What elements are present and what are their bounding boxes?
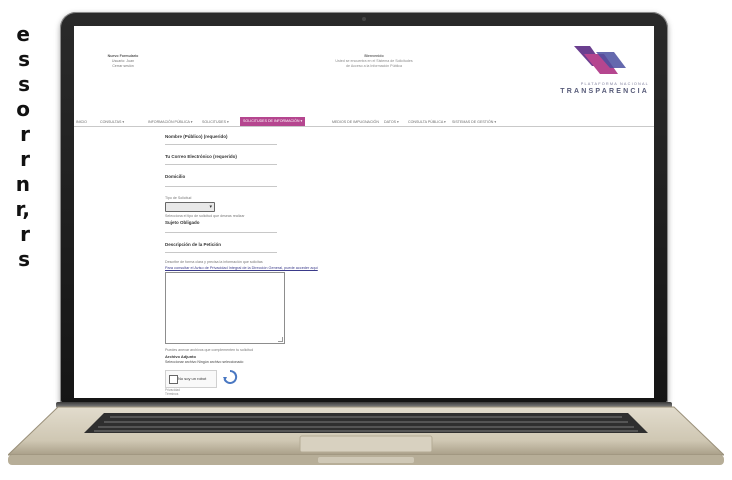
tipo-solicitud-label: Tipo de Solicitud xyxy=(165,196,192,200)
captcha-label: No soy un robot xyxy=(178,376,207,381)
nav-item-medios-impugnacion[interactable]: MEDIOS DE IMPUGNACIÓN xyxy=(332,118,379,126)
descripcion-label: Descripción de la Petición xyxy=(165,242,222,247)
site-logo[interactable]: PLATAFORMA NACIONAL TRANSPARENCIA xyxy=(554,44,649,98)
side-text-line: r xyxy=(20,122,30,146)
descripcion-textarea[interactable] xyxy=(165,272,285,344)
keyboard-deck-icon xyxy=(8,406,724,465)
logo-mark-icon xyxy=(574,46,626,74)
side-text-line: s xyxy=(18,47,30,71)
header-center: Bienvenido Usted se encuentra en el Sist… xyxy=(304,54,444,69)
logout-link[interactable]: Cerrar sesión xyxy=(88,64,158,69)
correo-field[interactable] xyxy=(165,164,277,165)
laptop-screen: Nuevo Formulario Usuario: Juan Cerrar se… xyxy=(74,26,654,398)
nav-item-sistemas-gestion[interactable]: SISTEMAS DE GESTIÓN ▾ xyxy=(452,118,496,126)
correo-label: Tu Correo Electrónico (requerido) xyxy=(165,154,237,159)
sujeto-obligado-label: Sujeto Obligado xyxy=(165,220,200,225)
captcha-footer: Privacidad Términos xyxy=(165,388,180,396)
camera xyxy=(362,17,366,21)
side-text-line: r xyxy=(20,222,30,246)
file-help: Puedes anexar archivos que complementen … xyxy=(165,348,254,352)
file-button[interactable]: Seleccionar archivo xyxy=(165,360,196,364)
captcha-terms[interactable]: Términos xyxy=(165,392,180,396)
tipo-solicitud-help: Selecciona el tipo de solicitud que dese… xyxy=(165,214,245,218)
file-input[interactable]: Seleccionar archivo Ningún archivo selec… xyxy=(165,360,243,364)
logo-text-top: PLATAFORMA NACIONAL xyxy=(580,82,649,86)
privacy-link[interactable]: Para consultar el Aviso de Privacidad In… xyxy=(165,266,318,270)
side-text: e s s o r r n r, r s xyxy=(0,22,30,272)
laptop-lid: Nuevo Formulario Usuario: Juan Cerrar se… xyxy=(60,12,668,404)
nombre-field[interactable] xyxy=(165,144,277,145)
side-text-line: s xyxy=(18,247,30,271)
nav-item-solicitudes[interactable]: SOLICITUDES ▾ xyxy=(202,118,229,126)
main-nav: INICIO CONSULTAS ▾ INFORMACIÓN PÚBLICA ▾… xyxy=(74,117,654,127)
recaptcha-icon xyxy=(222,369,238,384)
domicilio-field[interactable] xyxy=(165,186,277,187)
file-label: Archivo Adjunto xyxy=(165,354,196,359)
tipo-solicitud-select[interactable]: ▾ xyxy=(165,202,215,212)
nav-item-solicitudes-informacion[interactable]: SOLICITUDES DE INFORMACIÓN ▾ xyxy=(240,117,306,126)
file-none-text: Ningún archivo seleccionado xyxy=(197,360,244,364)
header-subtitle-2: de Acceso a la Información Pública xyxy=(346,64,402,68)
textarea-help: Describe de forma clara y precisa la inf… xyxy=(165,260,263,264)
side-text-line: e xyxy=(16,22,30,46)
laptop-base xyxy=(8,405,724,469)
nav-item-inicio[interactable]: INICIO xyxy=(76,118,87,126)
nav-item-informacion-publica[interactable]: INFORMACIÓN PÚBLICA ▾ xyxy=(148,118,193,126)
logo-text-bottom: TRANSPARENCIA xyxy=(560,88,649,95)
resize-handle[interactable] xyxy=(278,337,283,342)
descripcion-line xyxy=(165,252,277,253)
nombre-label: Nombre (Público) (requerido) xyxy=(165,134,228,139)
side-text-line: r xyxy=(20,147,30,171)
side-text-line: s xyxy=(18,72,30,96)
domicilio-label: Domicilio xyxy=(165,174,186,179)
nav-item-consulta-publica[interactable]: CONSULTA PÚBLICA ▾ xyxy=(408,118,446,126)
header-left: Nuevo Formulario Usuario: Juan Cerrar se… xyxy=(88,54,158,69)
nav-item-consultas[interactable]: CONSULTAS ▾ xyxy=(100,118,124,126)
side-text-line: n xyxy=(15,172,30,196)
captcha-widget[interactable]: No soy un robot xyxy=(165,370,217,388)
nav-item-datos[interactable]: DATOS ▾ xyxy=(384,118,399,126)
chevron-down-icon: ▾ xyxy=(209,204,212,210)
captcha-checkbox[interactable] xyxy=(169,375,178,384)
side-text-line: r, xyxy=(15,197,30,221)
side-text-line: o xyxy=(16,97,30,121)
sujeto-obligado-field[interactable] xyxy=(165,232,277,233)
